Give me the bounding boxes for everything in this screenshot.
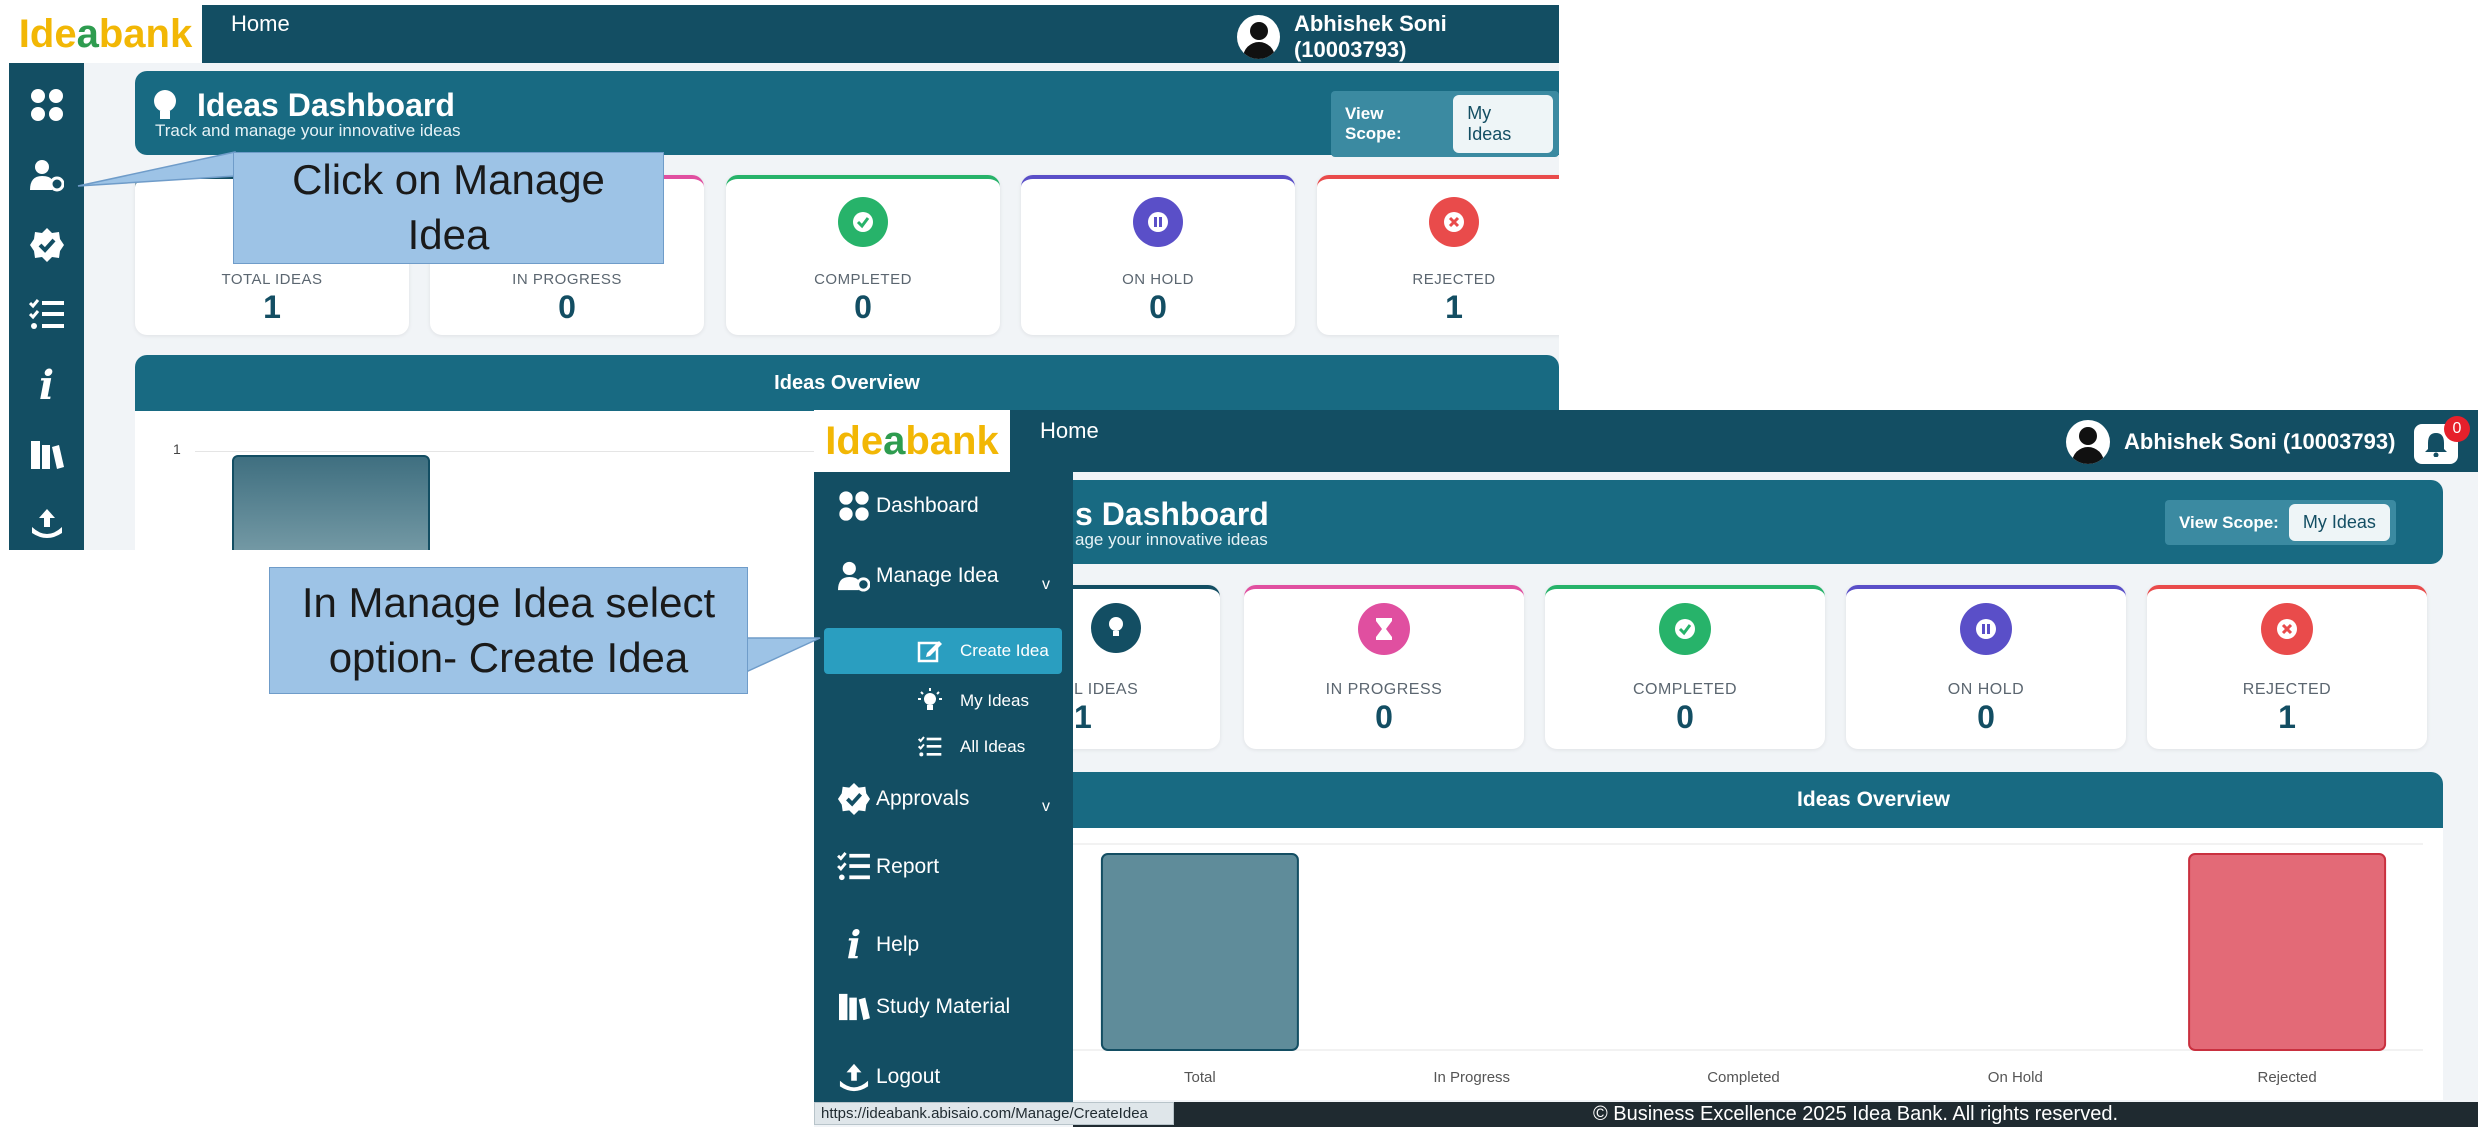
callout-2-pointer [745,637,821,674]
callout-step-1-text: Click on Manage Idea [292,156,605,258]
callout-step-2: In Manage Idea select option- Create Ide… [269,567,748,694]
callout-step-2-text: In Manage Idea select option- Create Ide… [301,578,716,681]
callout-step-1: Click on Manage Idea [233,152,664,264]
callout-1-pointer [77,151,236,187]
